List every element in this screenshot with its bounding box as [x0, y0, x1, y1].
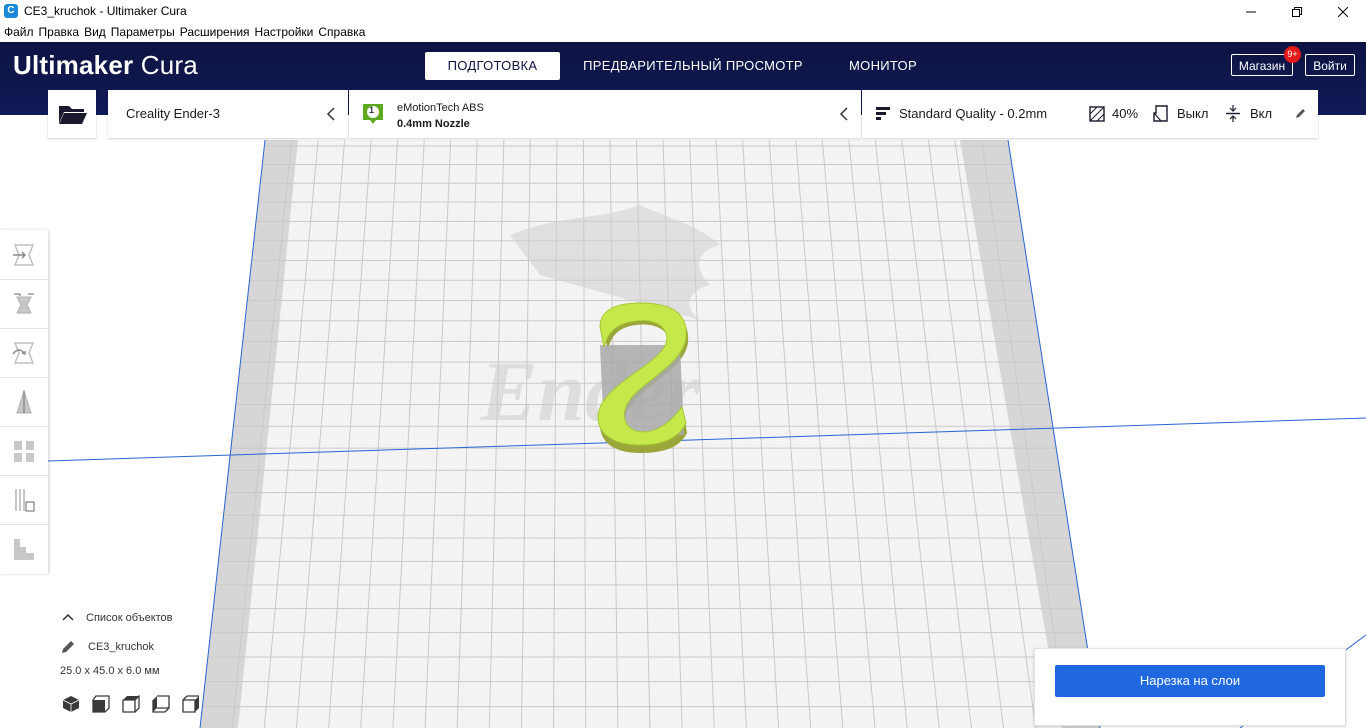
front-view-icon[interactable] [92, 695, 110, 713]
build-plate: Ender [47, 139, 1366, 728]
pencil-icon[interactable] [1294, 108, 1306, 120]
tool-panel [0, 230, 48, 574]
3d-viewport[interactable]: Ender [0, 115, 1366, 728]
menu-edit[interactable]: Правка [39, 23, 84, 42]
infill-icon [1089, 106, 1105, 122]
login-button[interactable]: Войти [1305, 54, 1355, 76]
restore-icon [1292, 6, 1302, 17]
menu-bar: Файл Правка Вид Параметры Расширения Нас… [0, 23, 1366, 42]
mirror-icon [16, 388, 32, 413]
printer-selector[interactable]: Creality Ender-3 [108, 90, 348, 138]
object-dimensions: 25.0 x 45.0 x 6.0 мм [60, 665, 160, 677]
menu-preferences[interactable]: Настройки [255, 23, 318, 42]
layer-view-button[interactable] [0, 524, 48, 573]
rotate-icon [12, 341, 35, 364]
support-value: Выкл [1177, 106, 1209, 121]
menu-settings[interactable]: Параметры [111, 23, 179, 42]
per-model-settings-icon [14, 440, 34, 462]
adhesion-icon [1226, 105, 1240, 122]
menu-view[interactable]: Вид [84, 23, 110, 42]
object-list-toggle[interactable]: Список объектов [86, 612, 173, 624]
window-title: CE3_kruchok - Ultimaker Cura [24, 4, 187, 18]
cura-app-icon: C [4, 4, 18, 18]
print-settings-selector[interactable]: Standard Quality - 0.2mm 40% Выкл Вкл [862, 90, 1318, 138]
nozzle-size: 0.4mm Nozzle [397, 118, 470, 130]
window-titlebar: C CE3_kruchok - Ultimaker Cura [0, 0, 1366, 23]
rotate-tool-button[interactable] [0, 328, 48, 378]
left-view-icon[interactable] [152, 695, 170, 713]
brand-logo: Ultimaker Cura [13, 50, 198, 81]
support-blocker-icon [15, 488, 35, 512]
pencil-icon [62, 641, 74, 653]
support-blocker-button[interactable] [0, 475, 48, 525]
extruder-number: 1 [369, 105, 375, 115]
object-name[interactable]: CE3_kruchok [88, 641, 154, 653]
marketplace-notification-badge: 9+ [1284, 46, 1301, 63]
menu-file[interactable]: Файл [4, 23, 38, 42]
stairs-icon [14, 538, 34, 560]
tab-monitor[interactable]: МОНИТОР [836, 52, 930, 80]
close-icon [1338, 6, 1348, 17]
infill-value: 40% [1112, 106, 1139, 121]
folder-open-icon [59, 106, 87, 124]
slice-panel: Нарезка на слои [1034, 648, 1346, 726]
per-model-settings-button[interactable] [0, 426, 48, 476]
close-button[interactable] [1320, 0, 1366, 23]
minimize-button[interactable] [1228, 0, 1274, 23]
quality-profile: Standard Quality - 0.2mm [899, 106, 1048, 121]
right-view-icon[interactable] [182, 695, 200, 713]
support-icon [1153, 105, 1168, 122]
view-orientation-bar [62, 695, 200, 713]
scale-tool-button[interactable] [0, 279, 48, 329]
minimize-icon [1246, 11, 1256, 12]
printer-name: Creality Ender-3 [126, 106, 220, 121]
slice-button[interactable]: Нарезка на слои [1055, 665, 1325, 697]
brand-strong: Ultimaker [13, 50, 134, 80]
material-selector[interactable]: 1 eMotionTech ABS 0.4mm Nozzle [349, 90, 861, 138]
restore-button[interactable] [1274, 0, 1320, 23]
chevron-left-icon [326, 107, 335, 121]
chevron-up-icon[interactable] [62, 613, 74, 621]
tab-preview[interactable]: ПРЕДВАРИТЕЛЬНЫЙ ПРОСМОТР [578, 52, 808, 80]
move-icon [13, 243, 35, 266]
material-name: eMotionTech ABS [397, 102, 484, 114]
tab-prepare[interactable]: ПОДГОТОВКА [425, 52, 560, 80]
menu-help[interactable]: Справка [318, 23, 369, 42]
open-file-button[interactable] [48, 90, 96, 138]
quality-icon [876, 107, 890, 120]
3d-view-icon[interactable] [62, 695, 80, 713]
menu-extensions[interactable]: Расширения [180, 23, 254, 42]
move-tool-button[interactable] [0, 230, 48, 280]
chevron-left-icon [839, 107, 848, 121]
mirror-tool-button[interactable] [0, 377, 48, 427]
adhesion-value: Вкл [1250, 106, 1273, 121]
top-view-icon[interactable] [122, 695, 140, 713]
brand-light: Cura [140, 50, 198, 80]
scale-icon [14, 292, 34, 313]
